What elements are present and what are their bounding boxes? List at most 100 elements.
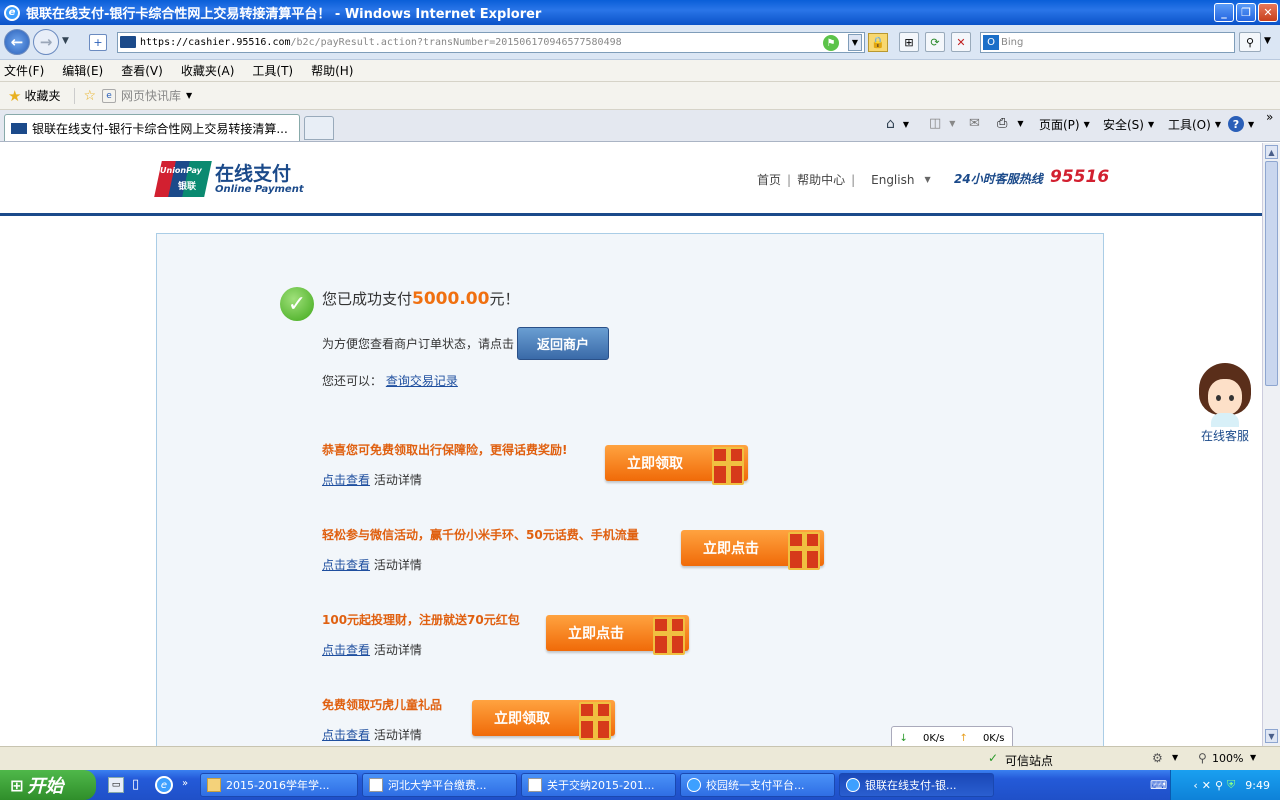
toolbar-overflow-icon[interactable]: » bbox=[1266, 110, 1273, 124]
shield-icon[interactable]: ⛨ bbox=[1227, 778, 1235, 792]
promo-claim-button[interactable]: 立即领取 bbox=[605, 441, 748, 489]
language-select[interactable]: English bbox=[871, 173, 914, 187]
return-merchant-button[interactable]: 返回商户 bbox=[517, 327, 609, 360]
promo-click-button[interactable]: 立即点击 bbox=[681, 526, 824, 574]
vertical-scrollbar[interactable]: ▲ ▼ bbox=[1262, 143, 1280, 746]
promo-view-link[interactable]: 点击查看 bbox=[322, 473, 370, 487]
scrollbar-thumb[interactable] bbox=[1265, 161, 1278, 386]
tab-favicon bbox=[11, 122, 27, 134]
security-lock-icon[interactable]: 🔒 bbox=[868, 33, 888, 52]
nav-home-link[interactable]: 首页 bbox=[757, 171, 781, 188]
network-icon[interactable]: ⚲ bbox=[1215, 779, 1223, 792]
refresh-icon[interactable]: ⟳ bbox=[925, 32, 945, 52]
promo-item: 100元起投理财，注册就送70元红包 点击查看 活动详情 bbox=[322, 613, 520, 657]
windows-logo-icon: ⊞ bbox=[10, 775, 24, 795]
menu-help[interactable]: 帮助(H) bbox=[311, 62, 353, 79]
top-nav: 首页 | 帮助中心 | English ▼ bbox=[757, 171, 931, 188]
address-input[interactable]: https://cashier. 95516.com/b2c/payResult.… bbox=[117, 32, 865, 53]
online-service-label: 在线客服 bbox=[1200, 429, 1249, 443]
document-icon bbox=[528, 778, 542, 792]
hotline-number: 95516 bbox=[1050, 167, 1110, 187]
tab-unionpay[interactable]: 银联在线支付-银行卡综合性网上交易转接清算... bbox=[4, 114, 300, 141]
protected-mode-icon[interactable]: ⚙ bbox=[1152, 751, 1163, 765]
help-icon: ? bbox=[1228, 116, 1244, 132]
search-icon[interactable]: ⚲ bbox=[1239, 32, 1261, 52]
safety-menu[interactable]: 安全(S) ▼ bbox=[1103, 116, 1154, 133]
compatibility-view-icon[interactable]: + bbox=[89, 34, 107, 51]
nav-help-link[interactable]: 帮助中心 bbox=[797, 171, 845, 188]
zoom-level[interactable]: 100% bbox=[1212, 752, 1243, 765]
menu-tools[interactable]: 工具(T) bbox=[252, 62, 293, 79]
taskbar-item[interactable]: 关于交纳2015-201... bbox=[521, 773, 676, 797]
address-dropdown-icon[interactable]: ▼ bbox=[848, 34, 862, 51]
new-tab-button[interactable] bbox=[304, 116, 334, 140]
promo-claim-button[interactable]: 立即领取 bbox=[472, 696, 615, 744]
page-menu[interactable]: 页面(P) ▼ bbox=[1039, 116, 1090, 133]
help-button[interactable]: ? ▼ bbox=[1228, 116, 1254, 132]
scroll-down-icon[interactable]: ▼ bbox=[1265, 729, 1278, 743]
show-desktop-icon[interactable]: ▭ bbox=[108, 777, 124, 793]
feeds-icon: ◫ bbox=[929, 116, 942, 131]
scroll-up-icon[interactable]: ▲ bbox=[1265, 145, 1278, 159]
promo-click-button[interactable]: 立即点击 bbox=[546, 611, 689, 659]
web-slice-gallery-link[interactable]: 网页快讯库 bbox=[121, 87, 181, 104]
return-hint: 为方便您查看商户订单状态，请点击 bbox=[322, 337, 515, 351]
gift-box-icon bbox=[653, 617, 685, 655]
back-button[interactable]: ← bbox=[4, 29, 30, 55]
favorites-button[interactable]: 收藏夹 bbox=[24, 87, 60, 104]
taskbar-item[interactable]: 2015-2016学年学... bbox=[200, 773, 358, 797]
menu-file[interactable]: 文件(F) bbox=[4, 62, 44, 79]
taskbar-item[interactable]: 校园统一支付平台... bbox=[680, 773, 835, 797]
promo-view-link[interactable]: 点击查看 bbox=[322, 643, 370, 657]
promo-title: 轻松参与微信活动，赢千份小米手环、50元话费、手机流量 bbox=[322, 528, 639, 542]
stop-icon[interactable]: ✕ bbox=[951, 32, 971, 52]
menu-view[interactable]: 查看(V) bbox=[121, 62, 163, 79]
taskbar-item[interactable]: 河北大学平台缴费... bbox=[362, 773, 517, 797]
status-bar: ✓ 可信站点 ⚙ ▼ ⚲ 100% ▼ bbox=[0, 746, 1280, 770]
window-title: 银联在线支付-银行卡综合性网上交易转接清算平台！ - Windows Inter… bbox=[26, 7, 542, 22]
promo-title: 100元起投理财，注册就送70元红包 bbox=[322, 613, 520, 627]
home-button[interactable]: ⌂ ▼ bbox=[886, 116, 909, 132]
network-speed-widget: ↓ 0K/s ↑ 0K/s bbox=[891, 726, 1013, 746]
rss-icon[interactable]: ⊞ bbox=[899, 32, 919, 52]
web-slice-dropdown-icon[interactable]: ▼ bbox=[186, 91, 192, 100]
promo-view-link[interactable]: 点击查看 bbox=[322, 728, 370, 742]
close-button[interactable]: ✕ bbox=[1258, 3, 1278, 22]
promo-title: 免费领取巧虎儿童礼品 bbox=[322, 698, 443, 712]
search-input[interactable]: Bing bbox=[980, 32, 1235, 53]
feeds-button[interactable]: ◫ ▼ bbox=[929, 116, 955, 131]
minimize-button[interactable]: _ bbox=[1214, 3, 1234, 22]
unionpay-logo[interactable]: UnionPay 银联 在线支付 Online Payment bbox=[154, 161, 304, 197]
quicklaunch-icon[interactable]: ▯ bbox=[132, 777, 148, 793]
menu-edit[interactable]: 编辑(E) bbox=[62, 62, 103, 79]
hotline-label: 24小时客服热线 bbox=[954, 172, 1043, 186]
promo-view-link[interactable]: 点击查看 bbox=[322, 558, 370, 572]
promo-item: 免费领取巧虎儿童礼品 点击查看 活动详情 bbox=[322, 698, 443, 742]
read-mail-button[interactable]: ✉ bbox=[969, 116, 980, 131]
start-button[interactable]: ⊞ 开始 bbox=[0, 770, 96, 800]
tray-close-icon[interactable]: ✕ bbox=[1202, 779, 1211, 792]
keyboard-icon[interactable]: ⌨ bbox=[1150, 778, 1167, 792]
menu-favorites[interactable]: 收藏夹(A) bbox=[181, 62, 235, 79]
web-slice-icon: e bbox=[102, 88, 117, 103]
tray-arrow-icon[interactable]: ‹ bbox=[1193, 779, 1197, 792]
forward-button[interactable]: → bbox=[33, 29, 59, 55]
add-favorite-icon[interactable]: ☆ bbox=[74, 87, 96, 104]
tools-menu[interactable]: 工具(O) ▼ bbox=[1168, 116, 1221, 133]
query-transactions-link[interactable]: 查询交易记录 bbox=[386, 374, 458, 388]
taskbar-item-active[interactable]: 银联在线支付-银... bbox=[839, 773, 994, 797]
compatibility-icon[interactable]: ⚑ bbox=[823, 35, 839, 51]
quicklaunch-more-icon[interactable]: » bbox=[182, 778, 188, 789]
search-options-icon[interactable]: ▼ bbox=[1264, 36, 1271, 46]
ie-quicklaunch-icon[interactable]: e bbox=[155, 776, 173, 794]
zoom-dropdown-icon[interactable]: ▼ bbox=[1250, 753, 1256, 762]
recent-pages-dropdown-icon[interactable]: ▼ bbox=[62, 36, 69, 46]
clock[interactable]: 9:49 bbox=[1245, 779, 1270, 792]
print-button[interactable]: ⎙ ▼ bbox=[997, 116, 1024, 131]
payment-result-panel: ✓ 您已成功支付 5000.00 元！ 为方便您查看商户订单状态，请点击 返回商户 … bbox=[156, 233, 1104, 746]
online-service-widget[interactable]: 在线客服 bbox=[1196, 363, 1254, 444]
restore-button[interactable]: ❐ bbox=[1236, 3, 1256, 22]
paid-amount: 5000.00 bbox=[412, 289, 490, 309]
system-tray: ‹ ✕ ⚲ ⛨ 9:49 bbox=[1170, 770, 1280, 800]
language-dropdown-icon[interactable]: ▼ bbox=[924, 175, 930, 184]
